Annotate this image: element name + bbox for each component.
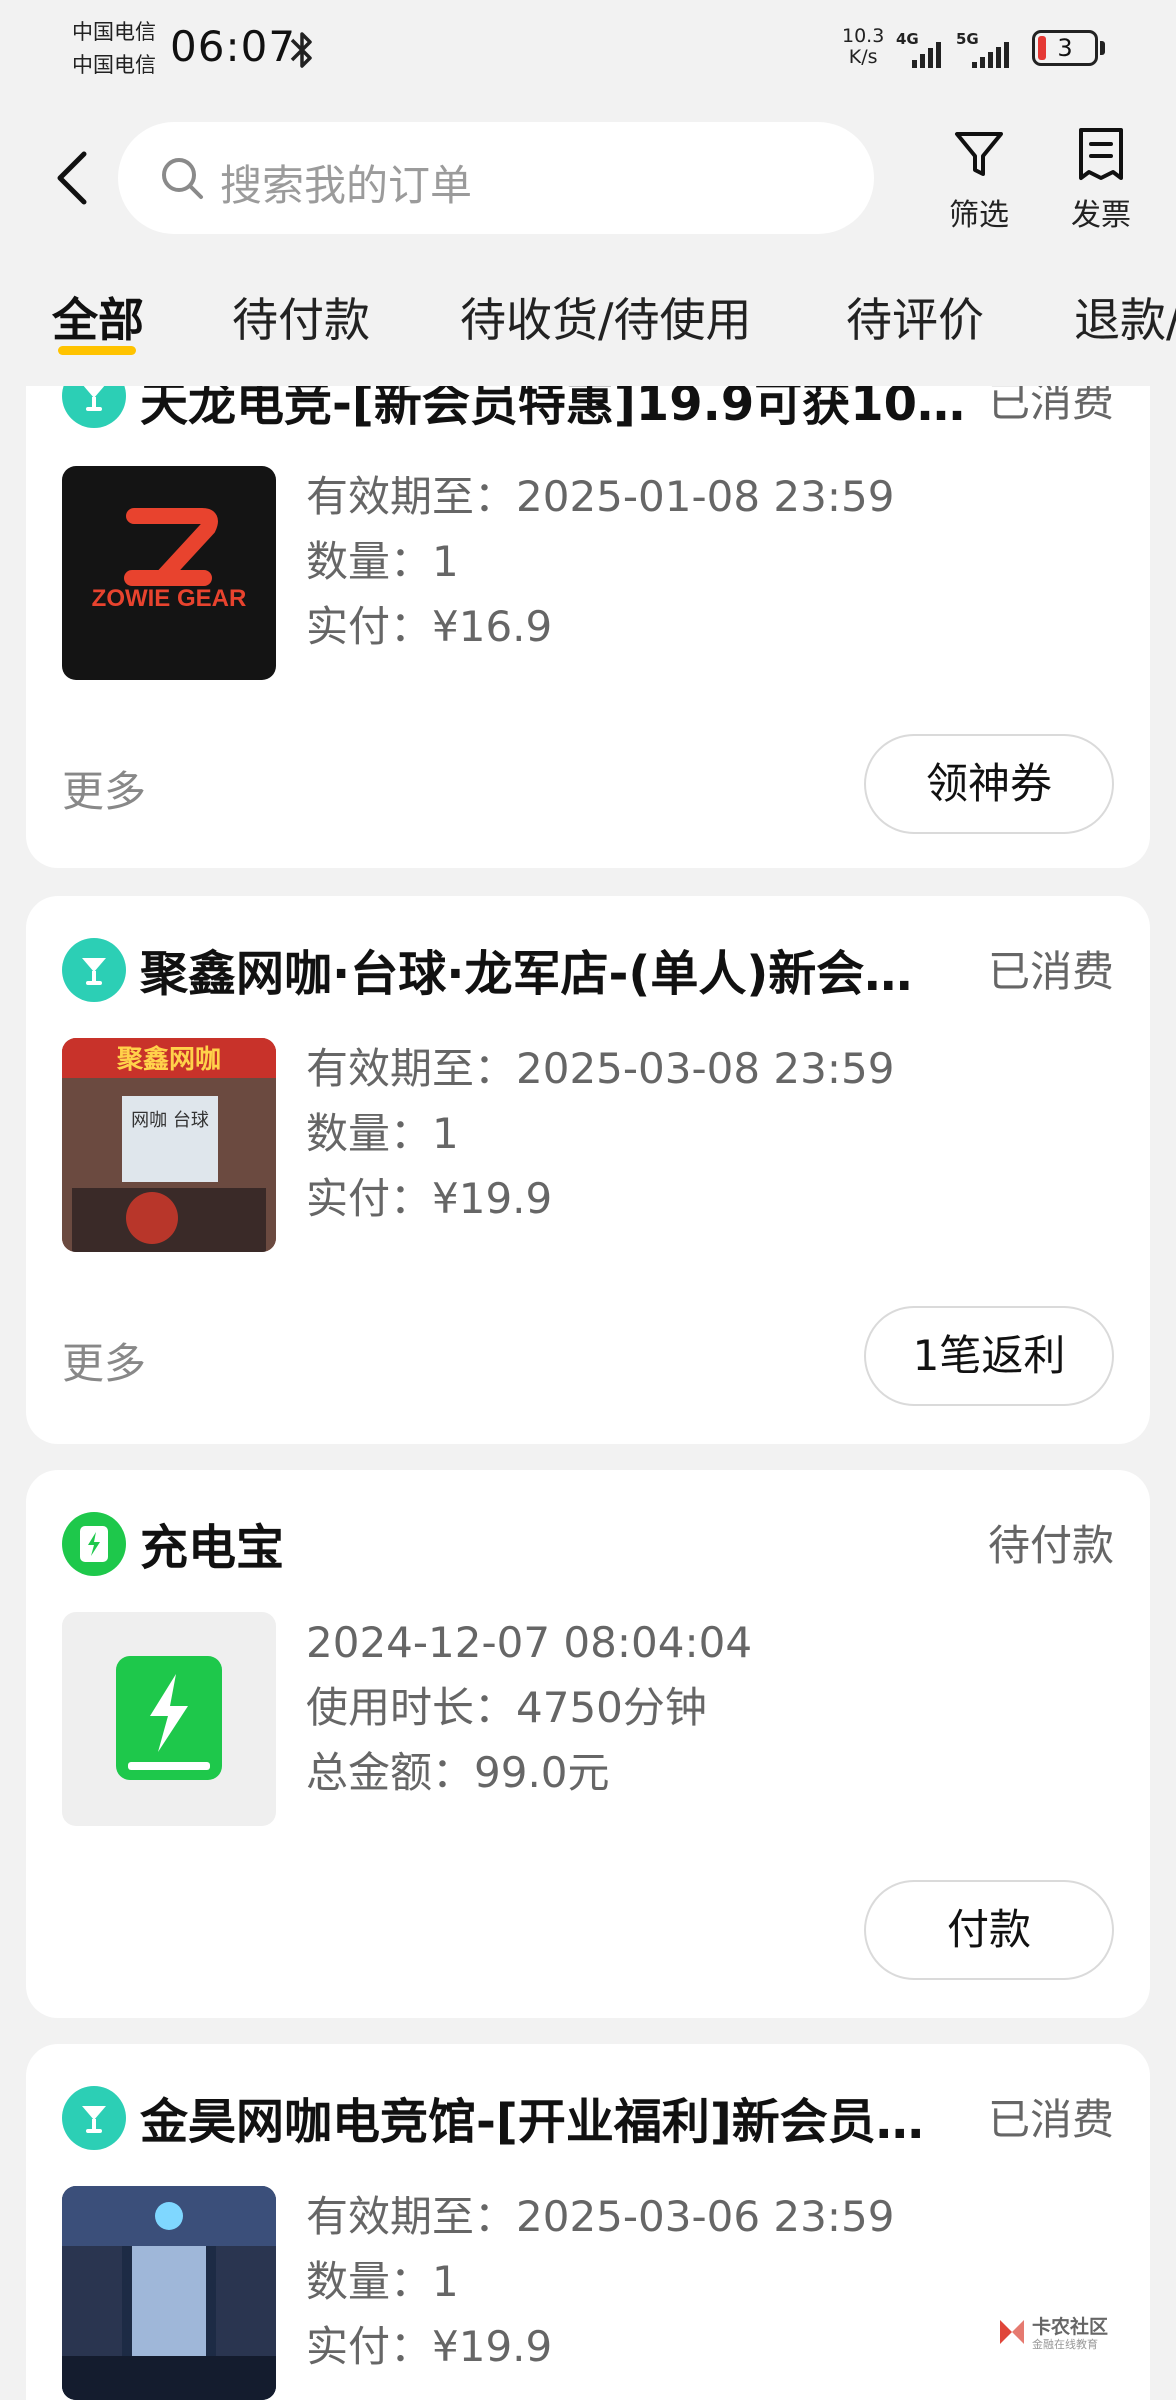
power-bank-product-icon [116,1656,222,1780]
order-card-3[interactable]: 充电宝 待付款 2024-12-07 08:04:04 使用时长：4750分钟 … [26,1470,1150,2018]
quantity: 数量：1 [306,1109,459,1158]
drink-store-icon [62,938,126,1002]
more-link[interactable]: 更多 [62,1330,146,1391]
paid-amount: 实付：¥19.9 [306,2322,553,2371]
thumb-sub-text: 网咖 台球 [131,1110,209,1131]
bluetooth-icon [290,32,312,68]
power-bank-icon [62,1512,126,1576]
order-card-1[interactable]: 天龙电竞-[新会员特惠]19.9可获10… 已消费 ZOWIE GEAR 有效期… [26,330,1150,868]
valid-until: 有效期至：2025-03-06 23:59 [306,2192,895,2241]
quantity: 数量：1 [306,537,459,586]
product-thumbnail[interactable]: 聚鑫网咖 网咖 台球 [62,1038,276,1252]
order-time: 2024-12-07 08:04:04 [306,1618,753,1667]
drink-store-icon [62,2086,126,2150]
status-bar: 中国电信 中国电信 06:07 10.3 K/s 4G 5G 3 [0,0,1176,100]
watermark-name: 卡农社区 [1032,2316,1109,2338]
zowie-logo-icon: ZOWIE GEAR [92,508,247,612]
filter-button[interactable]: 筛选 [934,126,1024,233]
invoice-button[interactable]: 发票 [1056,126,1146,233]
carrier-labels: 中国电信 中国电信 [72,16,156,82]
total-amount: 总金额：99.0元 [306,1748,610,1797]
filter-label: 筛选 [949,198,1009,233]
pay-button[interactable]: 付款 [864,1880,1114,1980]
clock: 06:07 [170,22,297,71]
order-status: 已消费 [987,947,1114,996]
more-link[interactable]: 更多 [62,758,146,819]
network-speed-value: 10.3 [842,25,885,47]
search-input[interactable]: 搜索我的订单 [118,122,874,234]
search-placeholder: 搜索我的订单 [220,161,473,210]
signal-5g-icon: 5G [956,30,1022,68]
signal-4g-icon: 4G [896,30,946,68]
order-card-2[interactable]: 聚鑫网咖·台球·龙军店-(单人)新会… 已消费 聚鑫网咖 网咖 台球 有效期至：… [26,896,1150,1444]
usage-duration: 使用时长：4750分钟 [306,1683,707,1732]
order-title[interactable]: 聚鑫网咖·台球·龙军店-(单人)新会… [140,934,1000,1004]
thumb-sign-text: 聚鑫网咖 [116,1044,221,1075]
search-icon [162,158,203,199]
top-header: 中国电信 中国电信 06:07 10.3 K/s 4G 5G 3 搜索我的订单 … [0,0,1176,386]
filter-icon [955,132,1003,176]
order-title[interactable]: 金昊网咖电竞馆-[开业福利]新会员… [140,2082,1000,2152]
valid-until: 有效期至：2025-01-08 23:59 [306,472,895,521]
active-tab-indicator [58,346,136,355]
order-status: 已消费 [987,2095,1114,2144]
valid-until: 有效期至：2025-03-08 23:59 [306,1044,895,1093]
product-thumbnail[interactable] [62,1612,276,1826]
thumb-brand-text: ZOWIE GEAR [92,585,247,612]
storefront-photo-icon: 聚鑫网咖 网咖 台球 [62,1038,276,1252]
order-status: 待付款 [987,1521,1114,1570]
invoice-label: 发票 [1071,198,1131,233]
watermark: 卡农社区 金融在线教育 [996,2310,1116,2356]
back-arrow-icon[interactable] [48,140,98,220]
product-thumbnail[interactable]: ZOWIE GEAR [62,466,276,680]
order-info: 有效期至：2025-01-08 23:59 数量：1 实付：¥16.9 [306,464,894,659]
paid-amount: 实付：¥16.9 [306,602,553,651]
paid-amount: 实付：¥19.9 [306,1174,553,1223]
quantity: 数量：1 [306,2257,459,2306]
tab-all[interactable]: 全部 [52,284,144,350]
order-info: 有效期至：2025-03-08 23:59 数量：1 实付：¥19.9 [306,1036,894,1231]
battery-level: 3 [1057,34,1073,62]
tab-refund[interactable]: 退款/ [1074,284,1176,350]
carrier-1: 中国电信 [72,20,156,44]
order-info: 2024-12-07 08:04:04 使用时长：4750分钟 总金额：99.0… [306,1610,752,1805]
battery-icon: 3 [1032,30,1098,66]
kanong-logo-icon [1000,2320,1024,2344]
cafe-interior-photo-icon [62,2186,276,2400]
invoice-icon [1079,128,1123,180]
tab-pending-payment[interactable]: 待付款 [232,284,370,350]
network-speed: 10.3 K/s [842,26,884,68]
carrier-2: 中国电信 [72,53,156,77]
tab-pending-receipt[interactable]: 待收货/待使用 [460,284,752,350]
rebate-button[interactable]: 1笔返利 [864,1306,1114,1406]
order-card-4[interactable]: 金昊网咖电竞馆-[开业福利]新会员… 已消费 有效期至：2025-03-06 2… [26,2044,1150,2400]
battery-tip [1100,41,1105,55]
get-coupon-button[interactable]: 领神券 [864,734,1114,834]
watermark-sub: 金融在线教育 [1032,2338,1098,2351]
order-title[interactable]: 充电宝 [140,1508,1000,1578]
tab-pending-review[interactable]: 待评价 [846,284,984,350]
order-tabs: 全部 待付款 待收货/待使用 待评价 退款/ [0,280,1176,360]
network-speed-unit: K/s [848,46,878,68]
product-thumbnail[interactable] [62,2186,276,2400]
order-info: 有效期至：2025-03-06 23:59 数量：1 实付：¥19.9 [306,2184,894,2379]
